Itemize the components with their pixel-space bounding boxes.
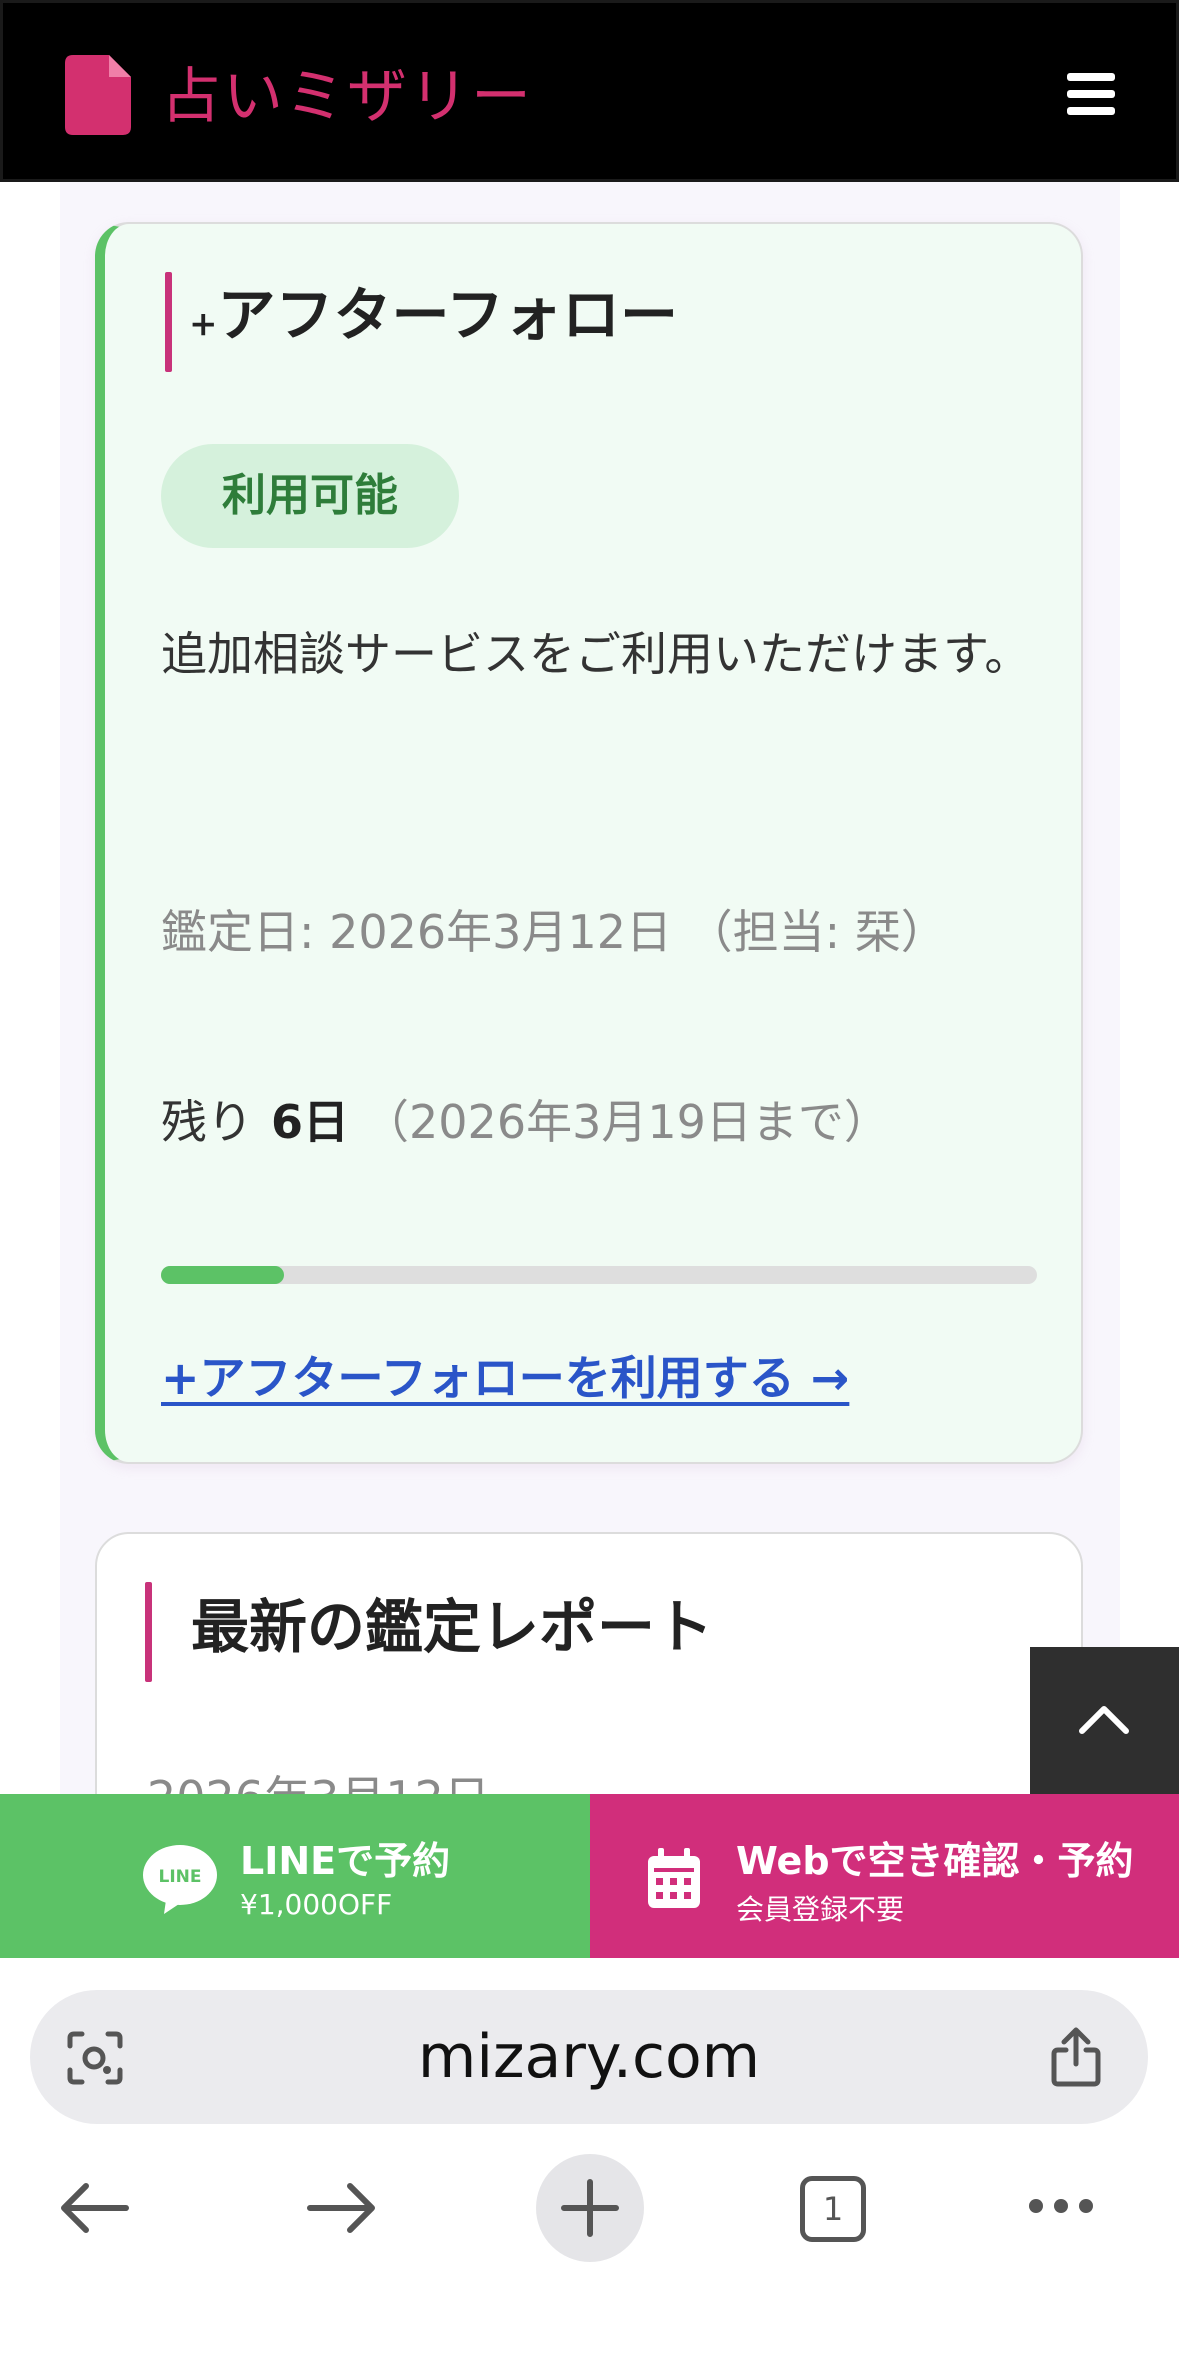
line-button-label: LINEで予約 (240, 1839, 451, 1883)
scroll-to-top-button[interactable] (1030, 1647, 1179, 1794)
back-arrow-icon[interactable] (58, 2180, 130, 2236)
share-icon[interactable] (1048, 2026, 1104, 2088)
line-reserve-button[interactable]: LINE LINEで予約 ¥1,000OFF (0, 1794, 590, 1958)
more-options-icon[interactable] (1026, 2196, 1096, 2216)
address-bar[interactable]: mizary.com (30, 1990, 1148, 2124)
line-button-sublabel: ¥1,000OFF (240, 1888, 393, 1921)
remaining-progress-fill (161, 1266, 284, 1284)
web-button-label: Webで空き確認・予約 (736, 1839, 1134, 1883)
title-accent-bar (145, 1582, 152, 1682)
web-reserve-button[interactable]: Webで空き確認・予約 会員登録不要 (590, 1794, 1179, 1958)
site-logo-text[interactable]: 占いミザリー (161, 61, 533, 133)
remaining-days: 残り 6日 （2026年3月19日まで） (161, 1095, 890, 1149)
url-text: mizary.com (417, 2022, 761, 2092)
site-header: 占いミザリー (0, 0, 1179, 182)
after-follow-title: +アフターフォロー (189, 281, 679, 349)
browser-toolbar: mizary.com 1 (0, 1958, 1179, 2379)
after-follow-card: +アフターフォロー 利用可能 追加相談サービスをご利用いただけます。 鑑定日: … (95, 222, 1083, 1464)
hamburger-menu-icon[interactable] (1067, 73, 1115, 115)
web-button-sublabel: 会員登録不要 (736, 1893, 905, 1926)
use-after-follow-link[interactable]: +アフターフォローを利用する → (161, 1342, 849, 1408)
chevron-up-icon (1079, 1706, 1129, 1734)
line-chat-icon: LINE (143, 1845, 217, 1914)
new-tab-button[interactable] (536, 2154, 644, 2262)
svg-text:LINE: LINE (159, 1867, 202, 1887)
remaining-progress-bar (161, 1266, 1037, 1284)
forward-arrow-icon[interactable] (306, 2180, 378, 2236)
document-logo-icon (65, 55, 131, 135)
latest-report-title: 最新の鑑定レポート (191, 1593, 714, 1661)
title-accent-bar (165, 272, 172, 372)
after-follow-description: 追加相談サービスをご利用いただけます。 (161, 627, 1031, 681)
appraisal-date: 鑑定日: 2026年3月12日 （担当: 栞） (161, 905, 947, 959)
status-badge: 利用可能 (161, 444, 459, 548)
tab-count-button[interactable]: 1 (800, 2176, 866, 2242)
calendar-icon (648, 1848, 700, 1908)
plus-icon (561, 2179, 619, 2237)
